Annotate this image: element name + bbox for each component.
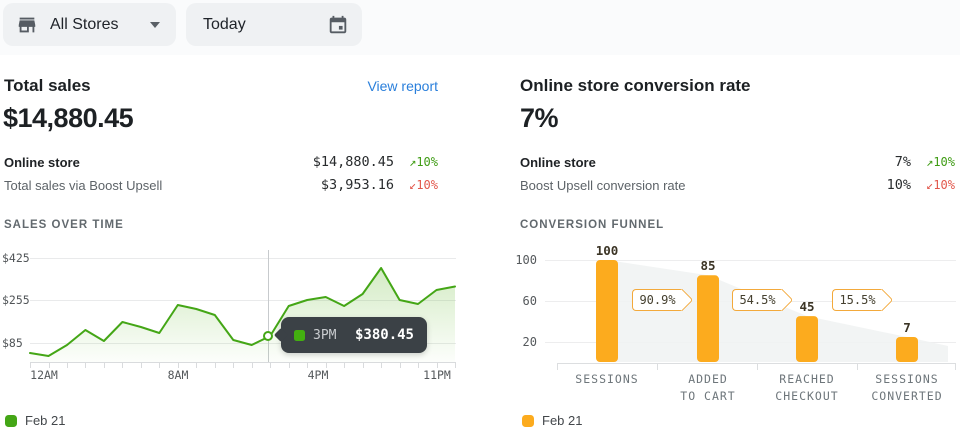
store-selector-button[interactable]: All Stores (3, 3, 176, 46)
sales-legend: Feb 21 (5, 413, 65, 428)
y-axis-tick: $255 (2, 293, 30, 307)
x-axis (557, 363, 956, 370)
date-range-label: Today (203, 16, 246, 34)
metric-change-up: ↗10% (911, 155, 955, 169)
tooltip-time: 3PM (313, 328, 336, 343)
x-axis-tick: 11PM (407, 368, 467, 382)
analytics-dashboard: All Stores Today Total sales View report… (0, 0, 960, 431)
y-axis-tick: 20 (505, 335, 537, 349)
metric-value: 10% (887, 177, 911, 193)
calendar-icon (327, 14, 349, 36)
metric-change-down: ↙10% (394, 178, 438, 192)
funnel-conversion-badge: 15.5% (832, 289, 882, 311)
funnel-bar-sessions-converted[interactable] (896, 337, 918, 362)
chart-tooltip: 3PM $380.45 (281, 317, 427, 353)
badge-label: 90.9% (639, 293, 675, 307)
funnel-bar-added-to-cart[interactable] (697, 275, 719, 362)
legend-color-orange (522, 415, 534, 427)
metric-value: 7% (895, 154, 911, 170)
conversion-title: Online store conversion rate (520, 76, 751, 96)
metric-value: $14,880.45 (313, 154, 394, 170)
funnel-bar-value: 7 (887, 320, 927, 335)
funnel-bar-value: 100 (587, 243, 627, 258)
funnel-bar-value: 45 (787, 299, 827, 314)
total-sales-header: Total sales View report (4, 76, 438, 96)
badge-label: 15.5% (839, 293, 875, 307)
total-sales-title: Total sales (4, 76, 91, 96)
chevron-down-icon (150, 22, 160, 28)
y-axis-tick: 100 (505, 253, 537, 267)
metric-label: Total sales via Boost Upsell (4, 178, 162, 193)
funnel-category-sessions: SESSIONS (552, 371, 662, 388)
legend-label: Feb 21 (25, 413, 65, 428)
hovered-point-marker (263, 331, 273, 341)
funnel-bar-value: 85 (688, 258, 728, 273)
funnel-category-reached-checkout: REACHEDCHECKOUT (752, 371, 862, 405)
total-sales-value: $14,880.45 (3, 103, 133, 134)
x-axis (30, 362, 456, 368)
legend-color-green (5, 415, 17, 427)
funnel-bar-sessions[interactable] (596, 260, 618, 362)
x-axis-tick: 12AM (14, 368, 74, 382)
metric-row-online-store-sales: Online store $14,880.45 ↗10% (4, 151, 438, 173)
date-range-button[interactable]: Today (186, 3, 362, 46)
store-selector-label: All Stores (50, 16, 118, 34)
funnel-category-sessions-converted: SESSIONSCONVERTED (852, 371, 960, 405)
metric-change-up: ↗10% (394, 155, 438, 169)
x-axis-tick: 4PM (288, 368, 348, 382)
series-color-dot (294, 330, 305, 341)
y-axis-tick: $85 (2, 336, 23, 350)
store-icon (16, 14, 38, 36)
filter-toolbar: All Stores Today (0, 0, 960, 55)
conversion-header: Online store conversion rate (520, 76, 956, 96)
sales-over-time-heading: SALES OVER TIME (4, 219, 124, 231)
y-axis-tick: 60 (505, 294, 537, 308)
metric-row-online-store-conversion: Online store 7% ↗10% (520, 151, 955, 173)
metric-label: Online store (4, 155, 80, 170)
view-report-link[interactable]: View report (367, 78, 438, 94)
y-axis-tick: $425 (2, 251, 30, 265)
tooltip-value: $380.45 (355, 327, 414, 343)
metric-change-down: ↙10% (911, 178, 955, 192)
conversion-funnel-heading: CONVERSION FUNNEL (520, 219, 664, 231)
badge-label: 54.5% (739, 293, 775, 307)
metric-row-boost-upsell-conversion: Boost Upsell conversion rate 10% ↙10% (520, 174, 955, 196)
metric-row-boost-upsell-sales: Total sales via Boost Upsell $3,953.16 ↙… (4, 174, 438, 196)
funnel-conversion-badge: 54.5% (732, 289, 782, 311)
metric-label: Online store (520, 155, 596, 170)
metric-value: $3,953.16 (321, 177, 394, 193)
funnel-conversion-badge: 90.9% (632, 289, 682, 311)
funnel-category-added-to-cart: ADDEDTO CART (653, 371, 763, 405)
metric-label: Boost Upsell conversion rate (520, 178, 685, 193)
conversion-rate-value: 7% (520, 103, 558, 134)
funnel-legend: Feb 21 (522, 413, 582, 428)
x-axis-tick: 8AM (148, 368, 208, 382)
funnel-bar-reached-checkout[interactable] (796, 316, 818, 362)
legend-label: Feb 21 (542, 413, 582, 428)
